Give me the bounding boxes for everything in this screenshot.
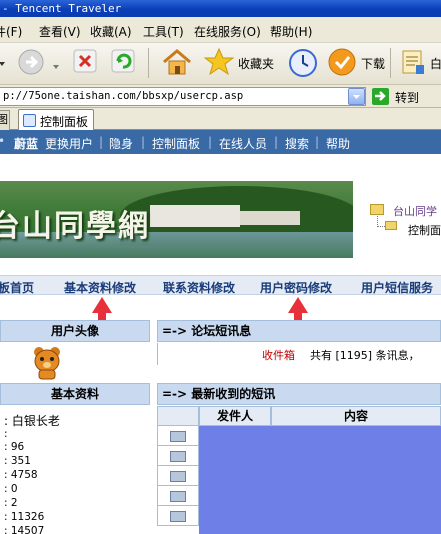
table-header-icon-col <box>157 406 199 426</box>
envelope-icon <box>170 431 186 442</box>
window-title: - Tencent Traveler <box>2 2 122 15</box>
nav-search[interactable]: 搜索 <box>285 135 309 152</box>
control-panel-subnav: 板首页 基本资料修改 联系资料修改 用户密码修改 用户短信服务 <box>0 275 441 295</box>
envelope-icon <box>170 491 186 502</box>
tree-root-link[interactable]: 台山同学 <box>393 203 437 219</box>
notes-icon[interactable] <box>400 47 426 80</box>
stat-row: : 11326 <box>4 511 45 523</box>
nav-help[interactable]: 帮助 <box>326 135 350 152</box>
favorites-star-icon[interactable] <box>203 47 235 80</box>
message-count-text: 共有 [1195] 条讯息， <box>310 349 420 362</box>
table-header-sender: 发件人 <box>199 406 271 426</box>
folder-icon <box>370 204 384 215</box>
menu-view[interactable]: 查看(V) <box>39 23 81 40</box>
menu-bar: 件(F) 查看(V) 收藏(A) 工具(T) 在线服务(O) 帮助(H) <box>0 17 441 43</box>
tree-connector <box>377 216 385 227</box>
profile-stats: : 白银长老 : : 96 : 351 : 4758 : 0 : 2 : 113… <box>0 406 150 534</box>
envelope-icon <box>170 511 186 522</box>
nav-switch-user[interactable]: 更换用户 <box>45 135 93 152</box>
favorites-button[interactable]: 收藏夹 <box>238 55 274 72</box>
tab-previous[interactable]: 图 <box>0 110 10 130</box>
stat-row: : 96 <box>4 441 25 453</box>
envelope-icon <box>170 471 186 482</box>
latest-messages-header: =-> 最新收到的短讯 <box>157 383 441 405</box>
table-header-content: 内容 <box>271 406 441 426</box>
menu-favorites[interactable]: 收藏(A) <box>90 23 132 40</box>
nav-dot-icon: • <box>0 134 5 148</box>
stat-row: : 0 <box>4 483 18 495</box>
stat-row: : <box>4 428 8 440</box>
menu-help[interactable]: 帮助(H) <box>270 23 312 40</box>
go-button[interactable]: 转到 <box>395 89 419 106</box>
inbox-link[interactable]: 收件箱 <box>262 347 295 363</box>
folder-open-icon <box>385 221 397 230</box>
tree-current-page: 控制面 <box>408 224 441 237</box>
address-dropdown-icon[interactable] <box>348 88 365 105</box>
table-row[interactable] <box>157 466 199 486</box>
toolbar-overflow-label[interactable]: 白 <box>430 55 441 72</box>
home-icon[interactable] <box>161 47 193 80</box>
window-title-bar: - Tencent Traveler <box>0 0 441 17</box>
address-bar: p://75one.taishan.com/bbsxp/usercp.asp 转… <box>0 85 441 108</box>
stat-row: : 4758 <box>4 469 38 481</box>
nav-username[interactable]: 蔚蓝 <box>14 135 38 152</box>
banner-title: 台山同學網 <box>0 209 150 244</box>
message-list-area[interactable] <box>199 426 441 534</box>
forum-top-nav: • 蔚蓝 更换用户 | 隐身 | 控制面板 | 在线人员 | 搜索 | 帮助 <box>0 130 441 154</box>
history-clock-icon[interactable] <box>287 47 319 82</box>
nav-invisible[interactable]: 隐身 <box>109 135 133 152</box>
stop-icon[interactable] <box>72 47 98 78</box>
profile-header: 基本资料 <box>0 383 150 405</box>
download-icon[interactable] <box>327 47 357 80</box>
subnav-password-edit[interactable]: 用户密码修改 <box>260 279 332 296</box>
tab-control-panel[interactable]: 控制面板 <box>18 109 94 131</box>
messages-table: 发件人 内容 <box>157 406 441 534</box>
table-row[interactable] <box>157 506 199 526</box>
stat-row: : 14507 <box>4 525 45 534</box>
message-summary: 收件箱 共有 [1195] 条讯息， <box>157 343 441 365</box>
avatar-bear-icon[interactable] <box>32 346 62 380</box>
site-banner[interactable]: 台山同學網 <box>0 181 353 258</box>
envelope-icon <box>170 451 186 462</box>
tab-strip: 图 控制面板 <box>0 108 441 131</box>
nav-control-panel[interactable]: 控制面板 <box>152 135 200 152</box>
stat-row: : 351 <box>4 455 31 467</box>
avatar-cell <box>0 343 150 383</box>
download-button[interactable]: 下载 <box>361 55 385 72</box>
page-icon <box>23 114 36 127</box>
refresh-icon[interactable] <box>110 47 136 78</box>
subnav-basic-info-edit[interactable]: 基本资料修改 <box>64 279 136 296</box>
forward-icon[interactable] <box>16 47 46 80</box>
menu-online-services[interactable]: 在线服务(O) <box>194 23 261 40</box>
stat-row: : 2 <box>4 497 18 509</box>
forum-messages-header: =-> 论坛短讯息 <box>157 320 441 342</box>
toolbar: 收藏夹 下载 白 <box>0 43 441 85</box>
subnav-contact-info-edit[interactable]: 联系资料修改 <box>163 279 235 296</box>
address-input[interactable]: p://75one.taishan.com/bbsxp/usercp.asp <box>0 87 366 106</box>
nav-online-users[interactable]: 在线人员 <box>219 135 267 152</box>
table-row[interactable] <box>157 426 199 446</box>
stat-rank: : 白银长老 <box>4 414 60 428</box>
go-arrow-icon[interactable] <box>372 88 389 105</box>
menu-tools[interactable]: 工具(T) <box>143 23 184 40</box>
table-row[interactable] <box>157 446 199 466</box>
forward-dropdown-icon[interactable] <box>52 60 60 74</box>
menu-file[interactable]: 件(F) <box>0 23 22 40</box>
subnav-panel-home[interactable]: 板首页 <box>0 279 34 296</box>
table-row[interactable] <box>157 486 199 506</box>
tab-label: 控制面板 <box>40 115 89 129</box>
subnav-message-service[interactable]: 用户短信服务 <box>361 279 433 296</box>
avatar-header: 用户头像 <box>0 320 150 342</box>
back-dropdown-icon[interactable] <box>0 57 6 66</box>
